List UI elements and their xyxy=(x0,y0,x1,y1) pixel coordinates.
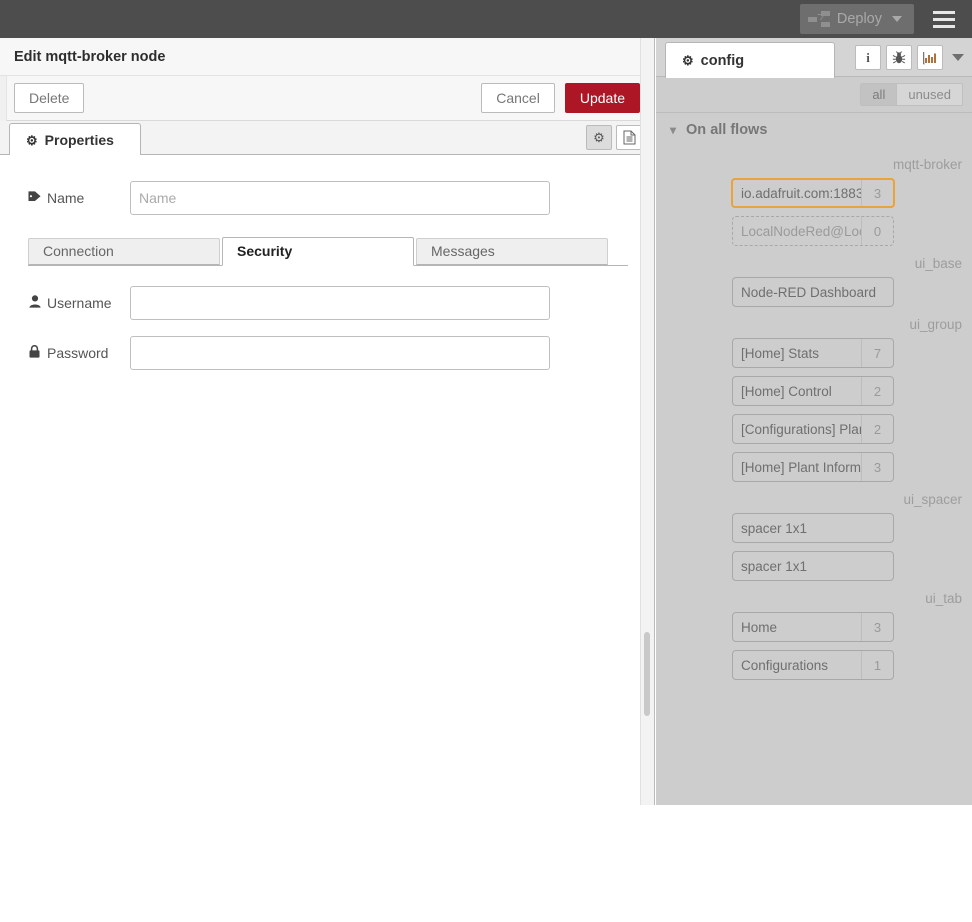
tab-properties[interactable]: ⚙ Properties xyxy=(9,123,141,156)
name-field-label: Name xyxy=(28,190,130,206)
delete-button[interactable]: Delete xyxy=(14,83,85,113)
config-type-label: ui_tab xyxy=(925,591,962,606)
tab-config[interactable]: ⚙ config xyxy=(665,42,835,78)
config-node-count: 3 xyxy=(861,613,893,641)
config-node-count: 2 xyxy=(861,377,893,405)
tag-icon xyxy=(28,190,41,206)
config-node-name: spacer 1x1 xyxy=(741,520,808,536)
bug-icon xyxy=(892,50,906,63)
form-row-name: Name xyxy=(28,181,654,215)
username-label-text: Username xyxy=(47,295,112,311)
dialog-action-bar: Delete Cancel Update xyxy=(0,76,654,121)
config-node-item[interactable]: Node-RED Dashboard xyxy=(732,277,894,307)
filter-all-button[interactable]: all xyxy=(861,84,897,105)
dialog-tab-buttons: ⚙ xyxy=(586,125,642,150)
username-input[interactable] xyxy=(130,286,550,320)
subtab-connection[interactable]: Connection xyxy=(28,238,220,265)
properties-form: Name Connection Security Messages Userna… xyxy=(0,155,654,922)
config-node-item[interactable]: [Configurations] Plan 2 xyxy=(732,414,894,444)
config-node-name: [Home] Stats xyxy=(741,345,820,361)
filter-segmented-control: all unused xyxy=(860,83,963,106)
config-type-label: ui_base xyxy=(914,256,962,271)
name-label-text: Name xyxy=(47,190,85,206)
info-icon: i xyxy=(866,49,870,65)
config-node-name: Configurations xyxy=(741,657,829,673)
deploy-button[interactable]: Deploy xyxy=(799,4,914,34)
config-type-label: ui_spacer xyxy=(903,492,962,507)
subtab-security[interactable]: Security xyxy=(222,237,414,266)
subtab-messages[interactable]: Messages xyxy=(416,238,608,265)
config-filter-bar: all unused xyxy=(656,77,972,113)
config-node-item[interactable]: [Home] Control 2 xyxy=(732,376,894,406)
tab-config-label: config xyxy=(700,52,745,69)
config-node-name: [Home] Control xyxy=(741,383,832,399)
document-icon xyxy=(623,130,635,145)
section-header-on-all-flows[interactable]: ▾ On all flows xyxy=(656,113,972,147)
sidebar-tab-buttons: i xyxy=(855,45,964,70)
edit-node-dialog: Edit mqtt-broker node Delete Cancel Upda… xyxy=(0,38,655,922)
config-node-item[interactable]: [Home] Stats 7 xyxy=(732,338,894,368)
filter-unused-button[interactable]: unused xyxy=(896,84,962,105)
debug-button[interactable] xyxy=(886,45,912,70)
dashboard-button[interactable] xyxy=(917,45,943,70)
config-type-label: ui_group xyxy=(909,317,962,332)
config-node-item[interactable]: [Home] Plant Informa 3 xyxy=(732,452,894,482)
password-label-text: Password xyxy=(47,345,109,361)
config-node-count: 2 xyxy=(861,415,893,443)
tab-properties-label: Properties xyxy=(44,131,114,148)
config-node-count: 1 xyxy=(861,651,893,679)
section-header-label: On all flows xyxy=(686,122,768,138)
node-link-icon xyxy=(807,11,830,27)
config-node-item[interactable]: spacer 1x1 xyxy=(732,551,894,581)
config-node-name: LocalNodeRed@Loc xyxy=(741,223,861,239)
config-node-item[interactable]: Configurations 1 xyxy=(732,650,894,680)
config-node-name: Home xyxy=(741,619,778,635)
config-node-count: 3 xyxy=(861,180,893,206)
config-node-name: [Configurations] Plan xyxy=(741,421,861,437)
config-sidebar: ⚙ config i all unused ▾ On all flows mqt… xyxy=(656,38,972,805)
gear-icon: ⚙ xyxy=(593,129,605,145)
config-node-item[interactable]: LocalNodeRed@Loc 0 xyxy=(732,216,894,246)
gear-icon: ⚙ xyxy=(682,52,694,68)
form-row-password: Password xyxy=(28,336,654,370)
user-icon xyxy=(28,295,41,311)
chevron-down-icon[interactable] xyxy=(892,16,902,22)
sidebar-menu-chevron-down-icon[interactable] xyxy=(952,54,964,61)
password-field-label: Password xyxy=(28,345,130,361)
config-node-item[interactable]: spacer 1x1 xyxy=(732,513,894,543)
dialog-tab-row: ⚙ Properties ⚙ xyxy=(0,121,654,156)
info-button[interactable]: i xyxy=(855,45,881,70)
security-subtab-row: Connection Security Messages xyxy=(28,237,628,266)
username-field-label: Username xyxy=(28,295,130,311)
config-node-count: 3 xyxy=(861,453,893,481)
description-button[interactable] xyxy=(616,125,642,150)
config-node-name: spacer 1x1 xyxy=(741,558,808,574)
chevron-down-icon: ▾ xyxy=(670,123,677,137)
bar-chart-icon xyxy=(923,51,936,64)
config-node-name: Node-RED Dashboard xyxy=(741,284,877,300)
properties-gear-button[interactable]: ⚙ xyxy=(586,125,612,150)
config-node-item[interactable]: io.adafruit.com:1883 3 xyxy=(731,178,895,208)
sidebar-tab-row: ⚙ config i xyxy=(656,38,972,78)
config-node-count: 0 xyxy=(861,217,893,245)
form-row-username: Username xyxy=(28,286,654,320)
password-input[interactable] xyxy=(130,336,550,370)
update-button[interactable]: Update xyxy=(564,83,640,113)
config-node-count: 7 xyxy=(861,339,893,367)
config-type-label: mqtt-broker xyxy=(892,157,962,172)
config-node-name: [Home] Plant Informa xyxy=(741,459,861,475)
config-node-item[interactable]: Home 3 xyxy=(732,612,894,642)
hamburger-menu-icon[interactable] xyxy=(924,0,964,38)
config-node-name: io.adafruit.com:1883 xyxy=(741,185,861,201)
page-title: Edit mqtt-broker node xyxy=(0,38,654,76)
cancel-button[interactable]: Cancel xyxy=(481,83,555,113)
gear-icon: ⚙ xyxy=(26,132,38,148)
dialog-scroll-thumb[interactable] xyxy=(644,632,650,716)
name-input[interactable] xyxy=(130,181,550,215)
lock-icon xyxy=(28,345,41,361)
top-header-bar: Deploy xyxy=(0,0,972,38)
deploy-button-label: Deploy xyxy=(836,11,882,27)
